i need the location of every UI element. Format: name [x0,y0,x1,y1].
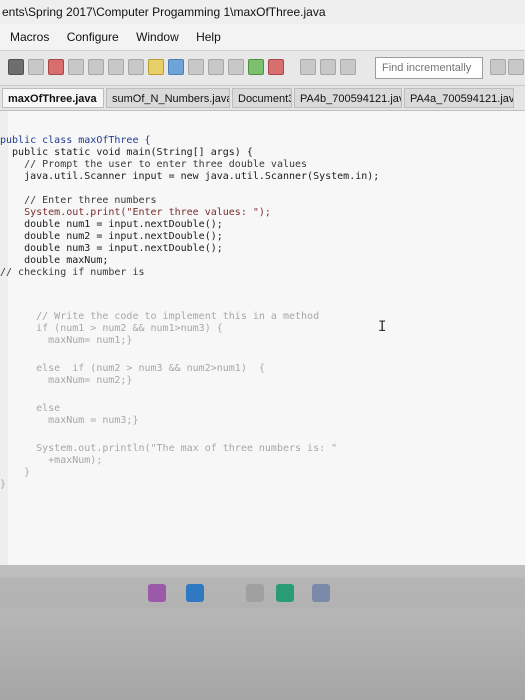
code-line: public class maxOfThree { [0,135,151,146]
code-line: // checking if number is [0,267,145,278]
tab-pa4b[interactable]: PA4b_700594121.java [294,88,402,108]
tab-pa4a[interactable]: PA4a_700594121.java [404,88,514,108]
menu-help[interactable]: Help [196,24,221,50]
replace-icon[interactable] [228,59,244,75]
cut-icon[interactable] [68,59,84,75]
record-macro-icon[interactable] [300,59,316,75]
code-line: // Prompt the user to enter three double… [0,159,308,170]
next-icon[interactable] [340,59,356,75]
screen: ents\Spring 2017\Computer Progamming 1\m… [0,0,525,700]
editor-tabs: maxOfThree.java sumOf_N_Numbers.java * D… [0,86,525,111]
app-icon-skype[interactable] [276,584,294,602]
code-line: double maxNum; [0,255,109,266]
code-line: maxNum= num2;} [0,375,133,386]
new-file-icon[interactable] [8,59,24,75]
app-icon-file-explorer[interactable] [246,584,264,602]
code-line: else [0,403,61,414]
taskbar [0,578,525,608]
find-next-icon[interactable] [490,59,506,75]
paste-icon[interactable] [108,59,124,75]
menu-bar: Macros Configure Window Help [0,24,525,51]
app-icon-onenote[interactable] [148,584,166,602]
sort-icon[interactable] [188,59,204,75]
undo-icon[interactable] [128,59,144,75]
code-line: java.util.Scanner input = new java.util.… [0,171,380,182]
code-line: if (num1 > num2 && num1>num3) { [0,323,223,334]
open-file-icon[interactable] [28,59,44,75]
window-title: ents\Spring 2017\Computer Progamming 1\m… [0,0,525,25]
find-input[interactable] [375,57,483,79]
tab-sumof-n-numbers[interactable]: sumOf_N_Numbers.java * [106,88,230,108]
code-line: double num2 = input.nextDouble(); [0,231,223,242]
toolbar [0,51,525,86]
code-line: maxNum = num3;} [0,415,139,426]
code-line: } [0,467,31,478]
tab-document3[interactable]: Document3 [232,88,292,108]
code-line: double num3 = input.nextDouble(); [0,243,223,254]
run-icon[interactable] [248,59,264,75]
code-line: System.out.print("Enter three values: ")… [0,207,271,218]
find-icon[interactable] [148,59,164,75]
compile-icon[interactable] [168,59,184,75]
save-icon[interactable] [48,59,64,75]
code-line: +maxNum); [0,455,103,466]
code-line: public static void main(String[] args) { [0,147,253,158]
search-icon[interactable] [208,59,224,75]
menu-window[interactable]: Window [136,24,179,50]
code-line: else if (num2 > num3 && num2>num1) { [0,363,265,374]
stop-icon[interactable] [268,59,284,75]
find-previous-icon[interactable] [508,59,524,75]
app-icon-jgrasp[interactable] [312,584,330,602]
menu-configure[interactable]: Configure [67,24,119,50]
copy-icon[interactable] [88,59,104,75]
code-line: // Enter three numbers [0,195,157,206]
code-line: maxNum= num1;} [0,335,133,346]
text-cursor-icon: I [378,319,387,335]
menu-macros[interactable]: Macros [10,24,49,50]
code-editor[interactable]: public class maxOfThree { public static … [0,111,525,565]
tab-maxofthree[interactable]: maxOfThree.java [2,88,104,108]
code-line: } [0,479,7,490]
code-line: System.out.println("The max of three num… [0,443,338,454]
code-line: double num1 = input.nextDouble(); [0,219,223,230]
play-macro-icon[interactable] [320,59,336,75]
app-icon-outlook[interactable] [186,584,204,602]
code-line: // Write the code to implement this in a… [0,311,320,322]
